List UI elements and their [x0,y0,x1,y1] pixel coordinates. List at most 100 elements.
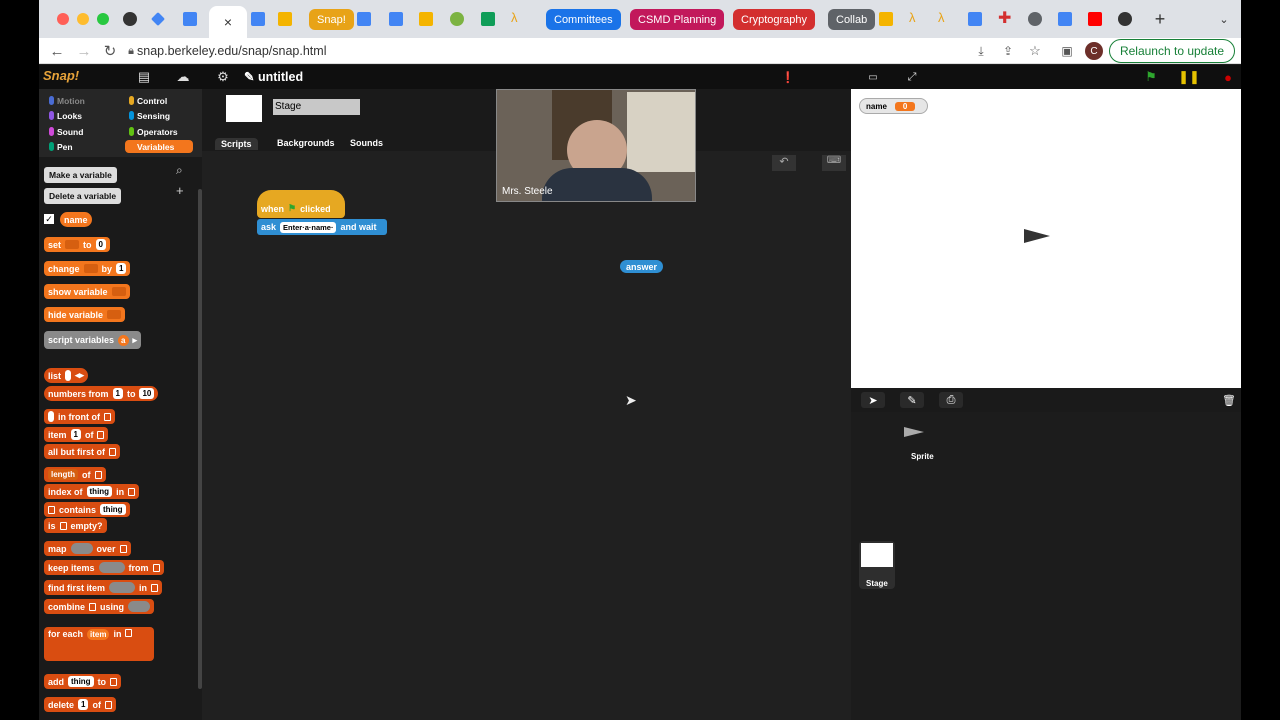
turbo-mode-icon[interactable]: ❗ [779,69,797,85]
normal-stage-icon[interactable]: ▭ [864,69,882,85]
for-each-block[interactable]: for each item in [44,627,154,661]
scripting-area[interactable]: ↶ ⌨ [202,151,851,720]
keyboard-icon[interactable]: ⌨ [822,155,846,171]
item-of-reporter[interactable]: item 1 of [44,427,109,442]
drive-tab-icon[interactable] [151,12,165,26]
variable-watcher[interactable]: name 0 [859,98,928,114]
set-block[interactable]: set to 0 [44,237,110,252]
when-flag-clicked-hat-block[interactable]: when ⚑ clicked [257,190,345,218]
category-control[interactable]: Control [125,94,193,107]
active-tab[interactable]: × [209,6,247,38]
tab-group-csmd-planning[interactable]: CSMD Planning [630,9,725,30]
add-block-icon[interactable]: + [176,183,184,198]
youtube-tab-icon[interactable] [1088,12,1102,26]
numbers-from-reporter[interactable]: numbers from 1 to 10 [44,386,159,401]
new-tab-button[interactable]: + [1152,8,1168,30]
in-front-of-reporter[interactable]: in front of [44,409,115,424]
lambda-tab-icon[interactable]: λ [938,10,952,25]
undo-icon[interactable]: ↶ [772,155,796,171]
file-menu-icon[interactable]: ▤ [135,69,153,85]
slides-tab-icon[interactable] [879,12,893,26]
delete-variable-button[interactable]: Delete a variable [44,188,122,204]
delete-from-list-block[interactable]: delete 1 of [44,697,116,712]
ask-input-slot[interactable]: Enter·a·name· [280,221,337,233]
snap-tab-icon[interactable] [1118,12,1132,26]
list-reporter[interactable]: list ◂▸ [44,368,89,383]
trash-icon[interactable]: 🗑︎ [1217,392,1241,408]
tab-scripts[interactable]: Scripts [215,138,258,150]
variable-watcher-checkbox[interactable]: ✓ [44,214,54,224]
index-of-reporter[interactable]: index of thing in [44,484,140,499]
settings-gear-icon[interactable]: ⚙ [214,69,232,85]
answer-reporter[interactable]: answer [620,260,664,273]
find-first-item-reporter[interactable]: find first item in [44,580,163,595]
category-pen[interactable]: Pen [45,140,113,153]
slides-tab-icon[interactable] [278,12,292,26]
docs-tab-icon[interactable] [357,12,371,26]
green-flag-icon[interactable]: ⚑ [1142,69,1160,85]
close-tab-icon[interactable]: × [224,14,232,30]
minimize-window-button[interactable] [77,13,89,25]
relaunch-button[interactable]: Relaunch to update [1109,39,1235,63]
profile-avatar[interactable]: C [1085,42,1103,60]
forward-icon[interactable]: → [74,41,94,61]
docs-tab-icon[interactable] [183,12,197,26]
category-sensing[interactable]: Sensing [125,109,193,122]
back-icon[interactable]: ← [47,41,67,61]
url-field[interactable]: snap.berkeley.edu/snap/snap.html [137,41,326,61]
contains-predicate[interactable]: contains thing [44,502,130,517]
pause-icon[interactable]: ❚❚ [1178,69,1200,85]
make-variable-button[interactable]: Make a variable [44,167,117,183]
tab-sounds[interactable]: Sounds [350,138,383,148]
search-blocks-icon[interactable]: ⌕ [176,163,183,178]
docs-tab-icon[interactable] [968,12,982,26]
tab-group-snap[interactable]: Snap! [309,9,354,30]
category-motion[interactable]: Motion [45,94,113,107]
stage[interactable]: name 0 [851,89,1241,388]
category-variables[interactable]: Variables [125,140,193,153]
category-sound[interactable]: Sound [45,125,113,138]
keep-items-reporter[interactable]: keep items from [44,560,164,575]
pear-tab-icon[interactable] [450,12,464,26]
sheets-tab-icon[interactable] [481,12,495,26]
change-block[interactable]: change by 1 [44,261,131,276]
plus-tab-icon[interactable]: ✚ [998,8,1012,27]
tab-group-cryptography[interactable]: Cryptography [733,9,816,30]
add-to-list-block[interactable]: add thing to [44,674,122,689]
zoom-window-button[interactable] [97,13,109,25]
snap-tab-icon[interactable] [123,12,137,26]
all-but-first-reporter[interactable]: all but first of [44,444,120,459]
lambda-tab-icon[interactable]: λ [909,10,923,25]
sprite-arrow-icon[interactable] [1024,229,1050,243]
tab-backgrounds[interactable]: Backgrounds [277,138,335,148]
tab-group-committees[interactable]: Committees [546,9,621,30]
lambda-tab-icon[interactable]: λ [511,10,525,25]
combine-reporter[interactable]: combine using [44,599,155,614]
docs-tab-icon[interactable] [251,12,265,26]
globe-tab-icon[interactable] [1028,12,1042,26]
add-turtle-sprite-icon[interactable]: ➤ [861,392,885,408]
stop-icon[interactable]: ● [1219,69,1237,85]
share-icon[interactable]: ⇪ [998,41,1018,61]
close-window-button[interactable] [57,13,69,25]
cloud-icon[interactable]: ☁ [174,69,192,85]
script-variables-block[interactable]: script variables a ▸ [44,331,142,349]
category-operators[interactable]: Operators [125,125,193,138]
side-panel-icon[interactable]: ▣ [1057,41,1077,61]
sprite-label[interactable]: Sprite [911,452,934,461]
docs-tab-icon[interactable] [389,12,403,26]
snap-logo[interactable]: Snap! [43,68,79,83]
tab-search-icon[interactable]: ⌄ [1216,8,1232,30]
sprite-thumbnail-icon[interactable] [904,427,924,437]
bookmark-star-icon[interactable]: ☆ [1025,41,1045,61]
hide-variable-block[interactable]: hide variable [44,307,126,322]
is-empty-predicate[interactable]: is empty? [44,518,107,533]
variable-name-reporter[interactable]: name [60,212,92,227]
ask-and-wait-block[interactable]: ask Enter·a·name· and wait [257,219,387,235]
map-reporter[interactable]: map over [44,541,131,556]
reload-icon[interactable]: ↻ [100,41,120,61]
docs-tab-icon[interactable] [1058,12,1072,26]
length-of-reporter[interactable]: length of [44,467,106,482]
sprite-name-field[interactable]: Stage [273,99,360,115]
tab-group-collab[interactable]: Collab [828,9,876,30]
